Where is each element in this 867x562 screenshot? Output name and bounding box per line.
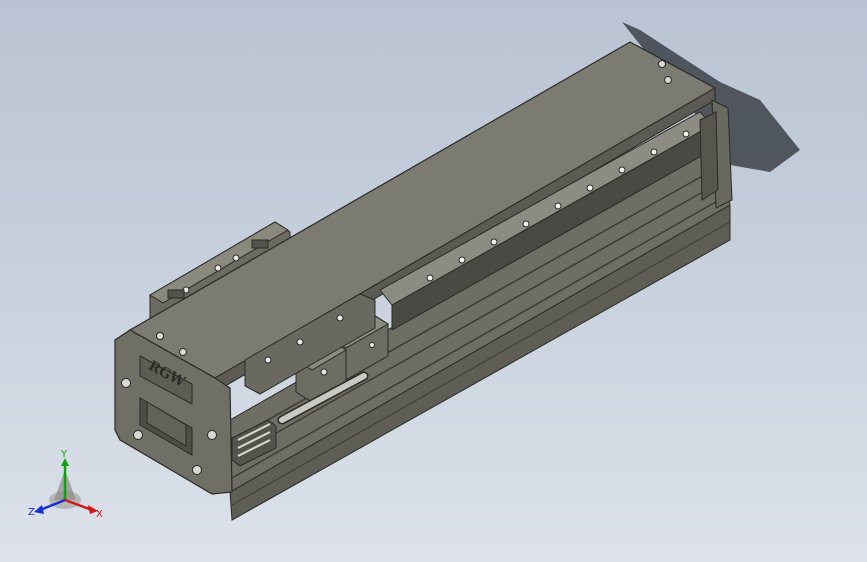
x-axis-label: X [96, 509, 103, 520]
axis-triad[interactable]: Y X Z [28, 448, 108, 528]
3d-viewport[interactable]: RGW Y X Z [0, 0, 867, 562]
y-axis-label: Y [60, 449, 68, 460]
model-scene[interactable]: RGW [0, 0, 867, 562]
z-axis-label: Z [28, 507, 35, 518]
